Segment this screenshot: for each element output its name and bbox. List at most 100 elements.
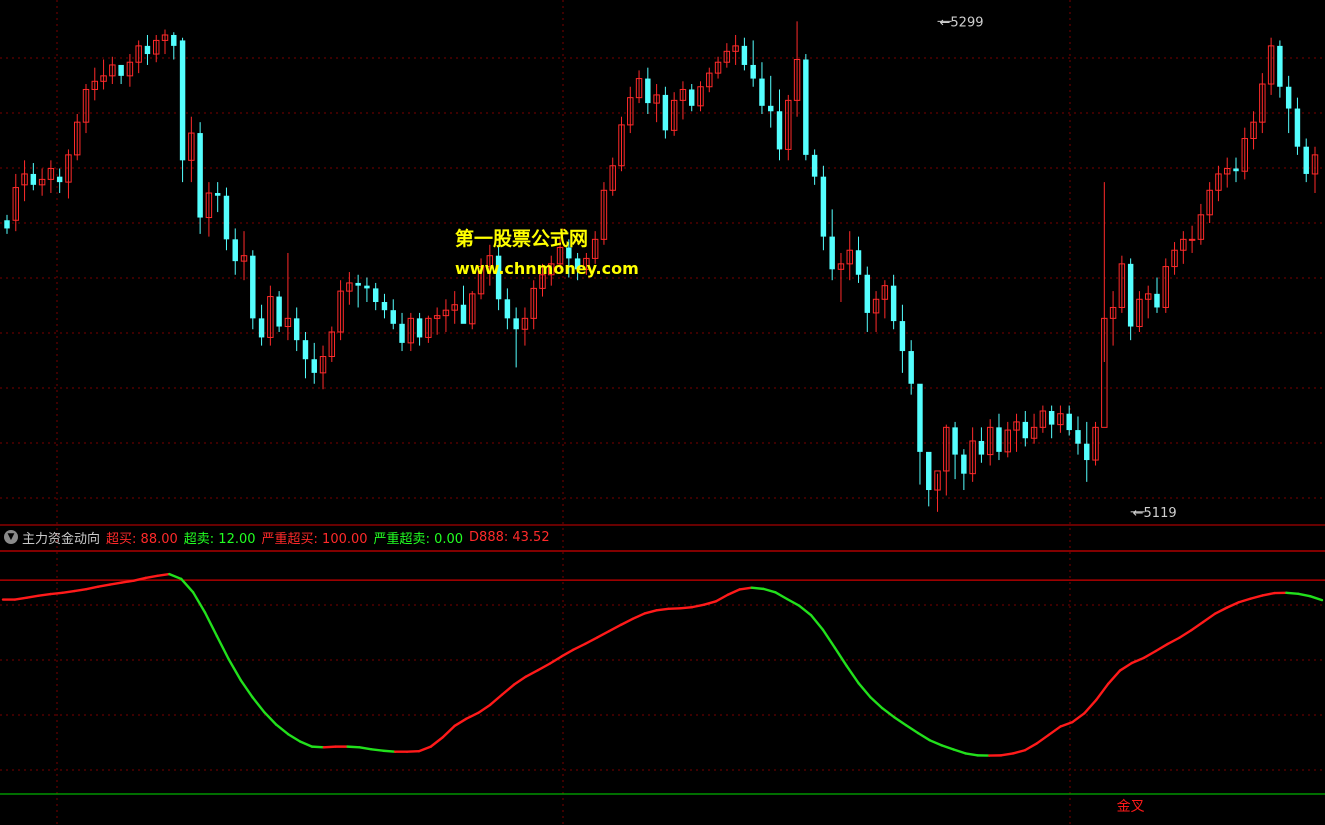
oscillator-segment — [1249, 594, 1264, 600]
candle-body-down — [829, 236, 835, 270]
candle-body-down — [820, 176, 827, 237]
candle-body-down — [1066, 413, 1072, 431]
oscillator-segment — [191, 591, 207, 614]
oscillator-segment — [1297, 592, 1312, 598]
oscillator-segment — [322, 745, 337, 749]
indicator-header: ▼ 主力资金动向 超买: 88.00 超卖: 12.00 严重超买: 100.0… — [4, 528, 556, 547]
candle-body-down — [1154, 293, 1160, 308]
oscillator-segment — [251, 696, 266, 714]
legend-oversold: 超卖: 12.00 — [183, 531, 256, 547]
candle-body-down — [513, 318, 519, 330]
oscillator-segment — [180, 577, 195, 594]
oscillator-segment — [845, 664, 860, 685]
oscillator-segment — [691, 603, 706, 609]
oscillator-segment — [1023, 742, 1039, 752]
collapse-chevron-icon[interactable]: ▼ — [4, 530, 18, 544]
oscillator-segment — [762, 587, 777, 594]
oscillator-segment — [453, 717, 468, 728]
oscillator-segment — [500, 683, 516, 696]
oscillator-segment — [1047, 725, 1062, 737]
oscillator-segment — [869, 696, 884, 710]
candle-body-down — [917, 383, 923, 452]
oscillator-segment — [1059, 720, 1074, 728]
candle-body-down — [864, 274, 871, 313]
oscillator-segment — [1237, 597, 1252, 604]
oscillator-segment — [999, 752, 1015, 757]
oscillator-segment — [1201, 612, 1217, 624]
oscillator-segment — [1213, 606, 1229, 615]
candle-body-down — [214, 193, 221, 196]
oscillator-segment — [239, 678, 254, 699]
oscillator-segment — [1035, 733, 1050, 745]
candle-body-down — [4, 220, 10, 229]
oscillator-segment — [893, 716, 908, 727]
candle-body-down — [803, 59, 809, 155]
oscillator-segment — [1178, 629, 1193, 639]
high-price-label: ←5299 — [940, 15, 984, 30]
oscillator-segment — [417, 745, 432, 753]
candle-body-down — [1022, 421, 1029, 439]
oscillator-segment — [120, 579, 135, 584]
oscillator-segment — [96, 583, 112, 588]
oscillator-segment — [441, 724, 456, 739]
indicator-name: 主力资金动向 — [22, 531, 101, 547]
watermark-title: 第一股票公式网 — [455, 228, 589, 250]
oscillator-segment — [263, 711, 278, 726]
candle-body-down — [302, 340, 309, 360]
candle-body-down — [1294, 108, 1301, 147]
oscillator-segment — [726, 588, 741, 596]
oscillator-segment — [298, 740, 314, 748]
oscillator-segment — [108, 581, 124, 586]
candle-body-down — [645, 78, 651, 104]
oscillator-segment — [275, 723, 290, 736]
oscillator-segment — [156, 572, 171, 577]
candle-body-down — [355, 282, 361, 286]
oscillator-segment — [560, 648, 575, 658]
candle-body-down — [926, 451, 932, 491]
oscillator-segment — [655, 607, 670, 612]
candle-body-down — [56, 176, 63, 183]
candle-body-down — [662, 94, 669, 131]
candle-body-down — [293, 318, 300, 341]
oscillator-segment — [61, 589, 76, 594]
oscillator-segment — [477, 703, 492, 715]
candle-body-down — [197, 133, 203, 218]
oscillator-segment — [203, 611, 219, 638]
oscillator-segment — [84, 585, 100, 591]
oscillator-segment — [821, 628, 837, 649]
candle-body-down — [399, 323, 405, 343]
oscillator-segment — [584, 636, 599, 646]
candle-body-down — [908, 351, 914, 384]
legend-overbought: 超买: 88.00 — [106, 531, 178, 547]
candle-body-down — [1303, 146, 1309, 174]
candle-body-down — [372, 288, 379, 303]
oscillator-segment — [1083, 698, 1098, 715]
oscillator-segment — [750, 586, 765, 591]
oscillator-segment — [215, 634, 230, 661]
candle-body-down — [171, 34, 177, 46]
oscillator-segment — [1142, 649, 1157, 660]
candle-body-down — [811, 154, 818, 177]
oscillator-segment — [1308, 594, 1324, 602]
candle-body-down — [179, 40, 186, 161]
oscillator-segment — [13, 596, 28, 601]
oscillator-segment — [370, 748, 385, 752]
oscillator-segment — [310, 745, 326, 749]
oscillator-segment — [952, 748, 967, 755]
oscillator-segment — [168, 572, 183, 581]
oscillator-segment — [25, 594, 40, 599]
candle-body-down — [276, 296, 282, 327]
oscillator-segment — [774, 591, 789, 601]
candle-body-down — [1075, 430, 1081, 444]
candle-body-down — [1048, 411, 1055, 425]
candle-body-down — [30, 173, 37, 185]
oscillator-segment — [37, 592, 52, 597]
oscillator-segment — [346, 745, 361, 749]
candle-body-down — [890, 285, 897, 322]
low-price-label: ←5119 — [1133, 506, 1177, 521]
legend-severe-oversold: 严重超卖: 0.00 — [373, 531, 464, 547]
candle-body-up — [1188, 238, 1196, 241]
oscillator-segment — [465, 711, 480, 720]
oscillator-segment — [73, 587, 88, 593]
candle-body-down — [390, 310, 396, 324]
